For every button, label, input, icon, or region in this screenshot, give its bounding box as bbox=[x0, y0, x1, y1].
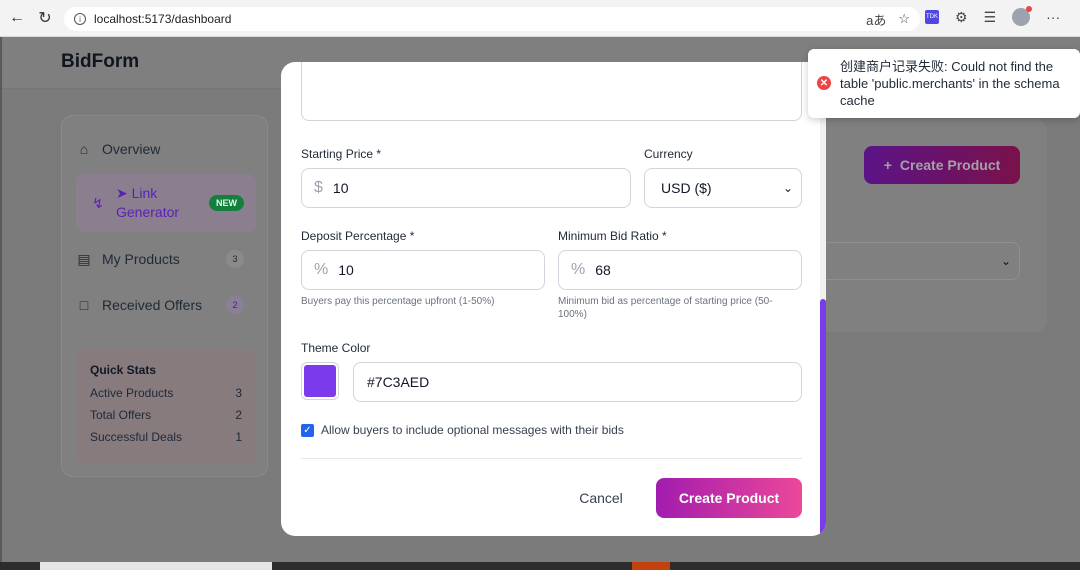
chat-icon: □ bbox=[79, 297, 89, 313]
sidebar: ⌂ Overview ↯ ➤ Link Generator NEW ▤ My P… bbox=[61, 115, 268, 477]
color-swatch[interactable] bbox=[301, 362, 339, 400]
profile-avatar[interactable] bbox=[1012, 6, 1033, 26]
document-icon: ▤ bbox=[77, 250, 91, 267]
chevron-down-icon: ⌄ bbox=[1000, 254, 1011, 268]
create-product-button[interactable]: Create Product bbox=[656, 478, 802, 518]
sidebar-item-label: ➤ Link Generator bbox=[116, 184, 179, 222]
sidebar-item-label: My Products bbox=[102, 251, 180, 267]
allow-messages-row[interactable]: ✓ Allow buyers to include optional messa… bbox=[301, 423, 624, 437]
quick-stats: Quick Stats Active Products 3 Total Offe… bbox=[76, 349, 256, 463]
sidebar-item-overview[interactable]: ⌂ Overview bbox=[76, 138, 256, 160]
checkbox-checked-icon[interactable]: ✓ bbox=[301, 423, 314, 437]
toast-message: 创建商户记录失败: Could not find the table 'publ… bbox=[840, 59, 1060, 108]
theme-color-label: Theme Color bbox=[301, 341, 371, 355]
stat-label: Total Offers bbox=[90, 408, 152, 422]
starting-price-label: Starting Price * bbox=[301, 147, 382, 161]
filter-select[interactable]: ⌄ bbox=[820, 242, 1020, 280]
refresh-icon[interactable]: ↻ bbox=[34, 7, 56, 29]
currency-select[interactable]: USD ($) ⌄ bbox=[644, 168, 802, 208]
allow-messages-label: Allow buyers to include optional message… bbox=[321, 423, 624, 437]
address-bar[interactable]: i localhost:5173/dashboard aあ ☆ bbox=[64, 7, 920, 31]
read-aloud-icon[interactable]: aあ bbox=[866, 10, 886, 29]
count-badge: 2 bbox=[226, 296, 244, 314]
starting-price-value: 10 bbox=[332, 180, 349, 196]
stat-value: 3 bbox=[235, 386, 242, 400]
link-label-line1: Link bbox=[131, 185, 158, 201]
puzzle-icon[interactable]: ⚙ bbox=[955, 9, 968, 26]
brand-logo[interactable]: BidForm bbox=[61, 51, 139, 73]
info-icon[interactable]: i bbox=[74, 13, 86, 25]
dollar-icon: $ bbox=[314, 179, 323, 196]
create-product-modal: Starting Price * $ 10 Currency USD ($) ⌄… bbox=[281, 62, 826, 536]
stat-value: 1 bbox=[235, 430, 242, 444]
sidebar-item-link-generator[interactable]: ↯ ➤ Link Generator NEW bbox=[76, 174, 256, 232]
favorites-icon[interactable]: ☰ bbox=[984, 9, 997, 26]
plus-icon: + bbox=[883, 157, 892, 173]
min-bid-value: 68 bbox=[595, 262, 611, 278]
link-label-line2: Generator bbox=[116, 204, 180, 220]
chevron-down-icon: ⌄ bbox=[782, 181, 793, 195]
error-icon: ✕ bbox=[817, 76, 831, 90]
description-textarea[interactable] bbox=[301, 62, 802, 121]
taskbar-segment bbox=[632, 562, 670, 570]
stat-row: Successful Deals 1 bbox=[90, 430, 242, 444]
count-badge: 3 bbox=[226, 250, 244, 268]
taskbar-segment bbox=[40, 562, 272, 570]
scrollbar-thumb[interactable] bbox=[820, 299, 826, 536]
cancel-button[interactable]: Cancel bbox=[561, 478, 641, 518]
min-bid-input[interactable]: % 68 bbox=[558, 250, 802, 290]
taskbar-strip bbox=[0, 562, 1080, 570]
currency-value: USD ($) bbox=[661, 180, 712, 196]
quick-stats-title: Quick Stats bbox=[90, 363, 157, 377]
sidebar-item-label: Received Offers bbox=[102, 297, 203, 313]
bolt-icon: ↯ bbox=[92, 194, 104, 211]
deposit-input[interactable]: % 10 bbox=[301, 250, 545, 290]
sidebar-item-label: Overview bbox=[102, 141, 161, 157]
sidebar-item-my-products[interactable]: ▤ My Products 3 bbox=[76, 248, 256, 270]
min-bid-label: Minimum Bid Ratio * bbox=[558, 229, 667, 243]
rocket-icon: ➤ bbox=[116, 185, 128, 201]
back-icon[interactable]: ← bbox=[6, 7, 28, 29]
more-icon[interactable]: ··· bbox=[1046, 9, 1060, 25]
theme-color-input[interactable]: #7C3AED bbox=[353, 362, 802, 402]
favorite-star-icon[interactable]: ☆ bbox=[898, 11, 910, 27]
home-icon: ⌂ bbox=[79, 141, 89, 157]
color-swatch-fill bbox=[304, 365, 336, 397]
stat-value: 2 bbox=[235, 408, 242, 422]
sidebar-item-received-offers[interactable]: □ Received Offers 2 bbox=[76, 294, 256, 316]
deposit-helper: Buyers pay this percentage upfront (1-50… bbox=[301, 296, 495, 307]
create-product-label: Create Product bbox=[899, 157, 1001, 173]
starting-price-input[interactable]: $ 10 bbox=[301, 168, 631, 208]
deposit-value: 10 bbox=[338, 262, 354, 278]
min-bid-helper: Minimum bid as percentage of starting pr… bbox=[558, 296, 773, 320]
stat-row: Active Products 3 bbox=[90, 386, 242, 400]
browser-toolbar: ← ↻ i localhost:5173/dashboard aあ ☆ TDK … bbox=[0, 0, 1080, 37]
percent-icon: % bbox=[314, 261, 329, 278]
theme-color-value: #7C3AED bbox=[367, 374, 430, 390]
create-product-button-background[interactable]: + Create Product bbox=[864, 146, 1020, 184]
deposit-label: Deposit Percentage * bbox=[301, 229, 415, 243]
currency-label: Currency bbox=[644, 147, 693, 161]
divider bbox=[301, 458, 802, 459]
url-text: localhost:5173/dashboard bbox=[94, 12, 232, 26]
extension-icon[interactable]: TDK bbox=[925, 10, 939, 24]
stat-label: Successful Deals bbox=[90, 430, 183, 444]
error-toast: ✕ 创建商户记录失败: Could not find the table 'pu… bbox=[808, 49, 1080, 118]
new-badge: NEW bbox=[209, 195, 244, 211]
percent-icon: % bbox=[571, 261, 586, 278]
stat-label: Active Products bbox=[90, 386, 174, 400]
stat-row: Total Offers 2 bbox=[90, 408, 242, 422]
